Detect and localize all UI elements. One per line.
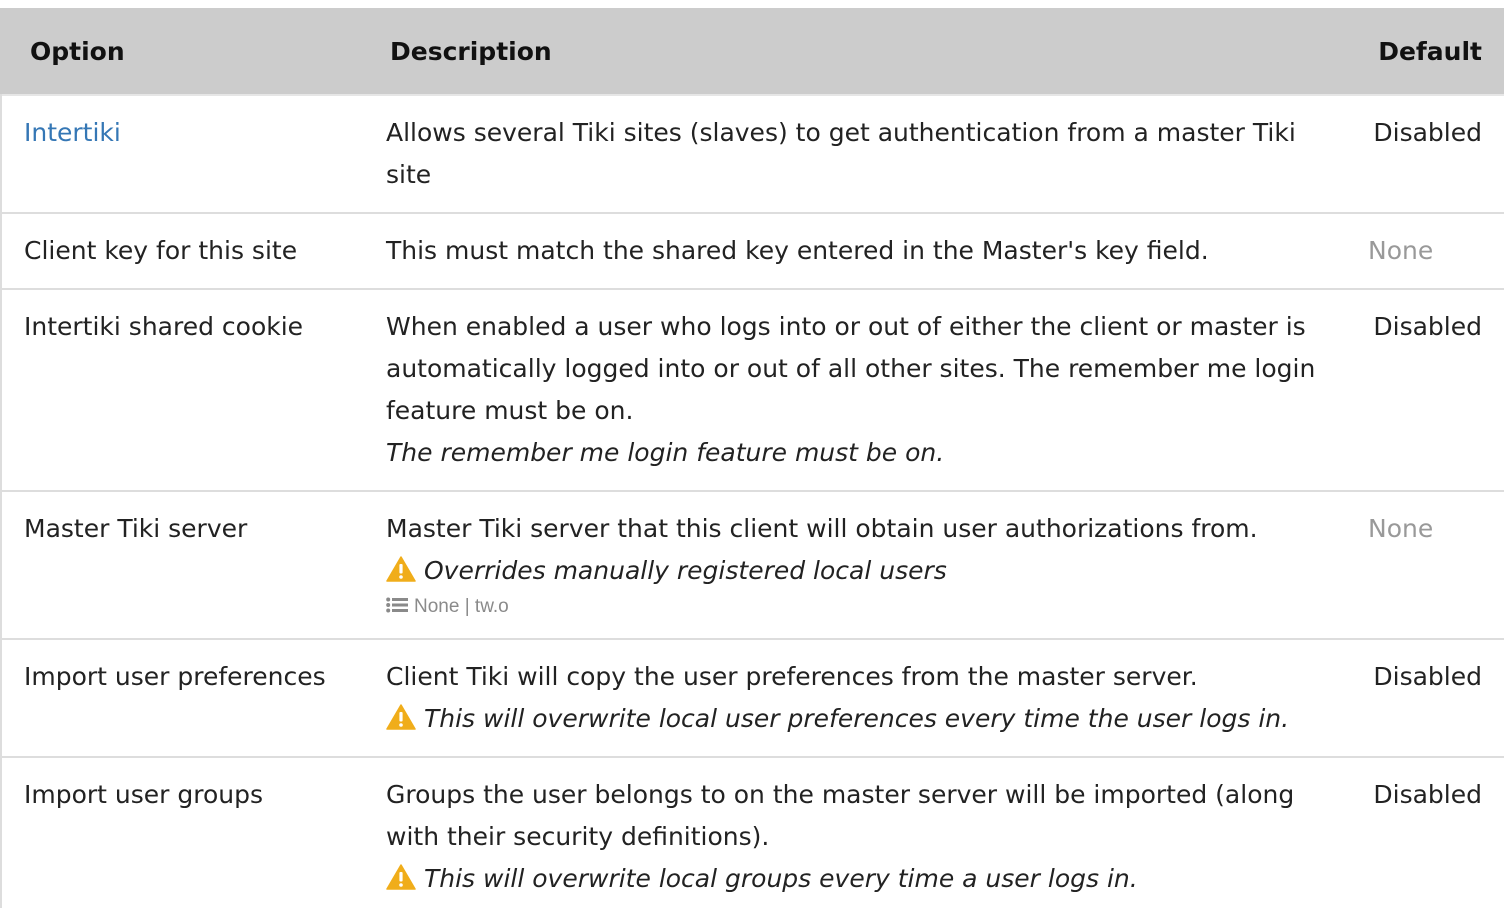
header-description: Description <box>372 8 1352 96</box>
description-text: Client Tiki will copy the user preferenc… <box>386 662 1198 691</box>
option-cell: Master Tiki server <box>0 491 372 640</box>
description-text: When enabled a user who logs into or out… <box>386 312 1316 425</box>
description-cell: This must match the shared key entered i… <box>372 213 1352 290</box>
default-cell: None <box>1352 213 1504 290</box>
option-cell: Intertiki <box>0 95 372 214</box>
default-value: None <box>1368 514 1434 543</box>
choices-text: None | tw.o <box>414 596 509 617</box>
top-gap <box>0 0 1504 8</box>
default-cell: Disabled <box>1352 289 1504 492</box>
default-cell: Disabled <box>1352 95 1504 214</box>
table-row: Client key for this site This must match… <box>0 213 1504 290</box>
option-cell: Import user groups <box>24 780 264 809</box>
table-row: Import user preferences Client Tiki will… <box>0 639 1504 758</box>
table-left-border <box>0 94 2 908</box>
description-cell: Groups the user belongs to on the master… <box>372 757 1352 908</box>
intertiki-link[interactable]: Intertiki <box>24 118 121 147</box>
warning-line: Overrides manually registered local user… <box>386 550 1346 592</box>
warning-text: This will overwrite local groups every t… <box>424 864 1138 893</box>
description-note: The remember me login feature must be on… <box>386 438 945 467</box>
default-cell: Disabled <box>1373 780 1482 809</box>
warning-line: This will overwrite local user preferenc… <box>386 698 1346 740</box>
warning-line: This will overwrite local groups every t… <box>386 858 1346 900</box>
option-cell: Intertiki shared cookie <box>0 289 372 492</box>
table-header-row: Option Description Default <box>0 8 1504 96</box>
description-cell: Master Tiki server that this client will… <box>372 491 1352 640</box>
option-cell: Import user preferences <box>0 639 372 758</box>
table-row: Import user groups Groups the user belon… <box>0 757 1504 908</box>
preferences-table: Option Description Default Intertiki All… <box>0 8 1504 908</box>
warning-triangle-icon <box>386 704 416 730</box>
default-cell: None <box>1352 491 1504 640</box>
description-cell: Client Tiki will copy the user preferenc… <box>372 639 1352 758</box>
table-row: Master Tiki server Master Tiki server th… <box>0 491 1504 640</box>
option-cell: Client key for this site <box>0 213 372 290</box>
table-row: Intertiki Allows several Tiki sites (sla… <box>0 95 1504 214</box>
warning-text: Overrides manually registered local user… <box>424 556 947 585</box>
description-text: Master Tiki server that this client will… <box>386 514 1258 543</box>
default-cell: Disabled <box>1352 639 1504 758</box>
warning-text: This will overwrite local user preferenc… <box>424 704 1290 733</box>
preferences-table-container: Option Description Default Intertiki All… <box>0 0 1504 908</box>
description-text: Groups the user belongs to on the master… <box>386 780 1295 851</box>
warning-triangle-icon <box>386 556 416 582</box>
header-option: Option <box>0 8 372 96</box>
warning-triangle-icon <box>386 864 416 890</box>
default-value: None <box>1368 236 1434 265</box>
list-icon <box>386 597 408 613</box>
description-cell: When enabled a user who logs into or out… <box>372 289 1352 492</box>
header-default: Default <box>1352 8 1504 96</box>
table-row: Intertiki shared cookie When enabled a u… <box>0 289 1504 492</box>
description-cell: Allows several Tiki sites (slaves) to ge… <box>372 95 1352 214</box>
choices-line: None | tw.o <box>386 592 1346 622</box>
